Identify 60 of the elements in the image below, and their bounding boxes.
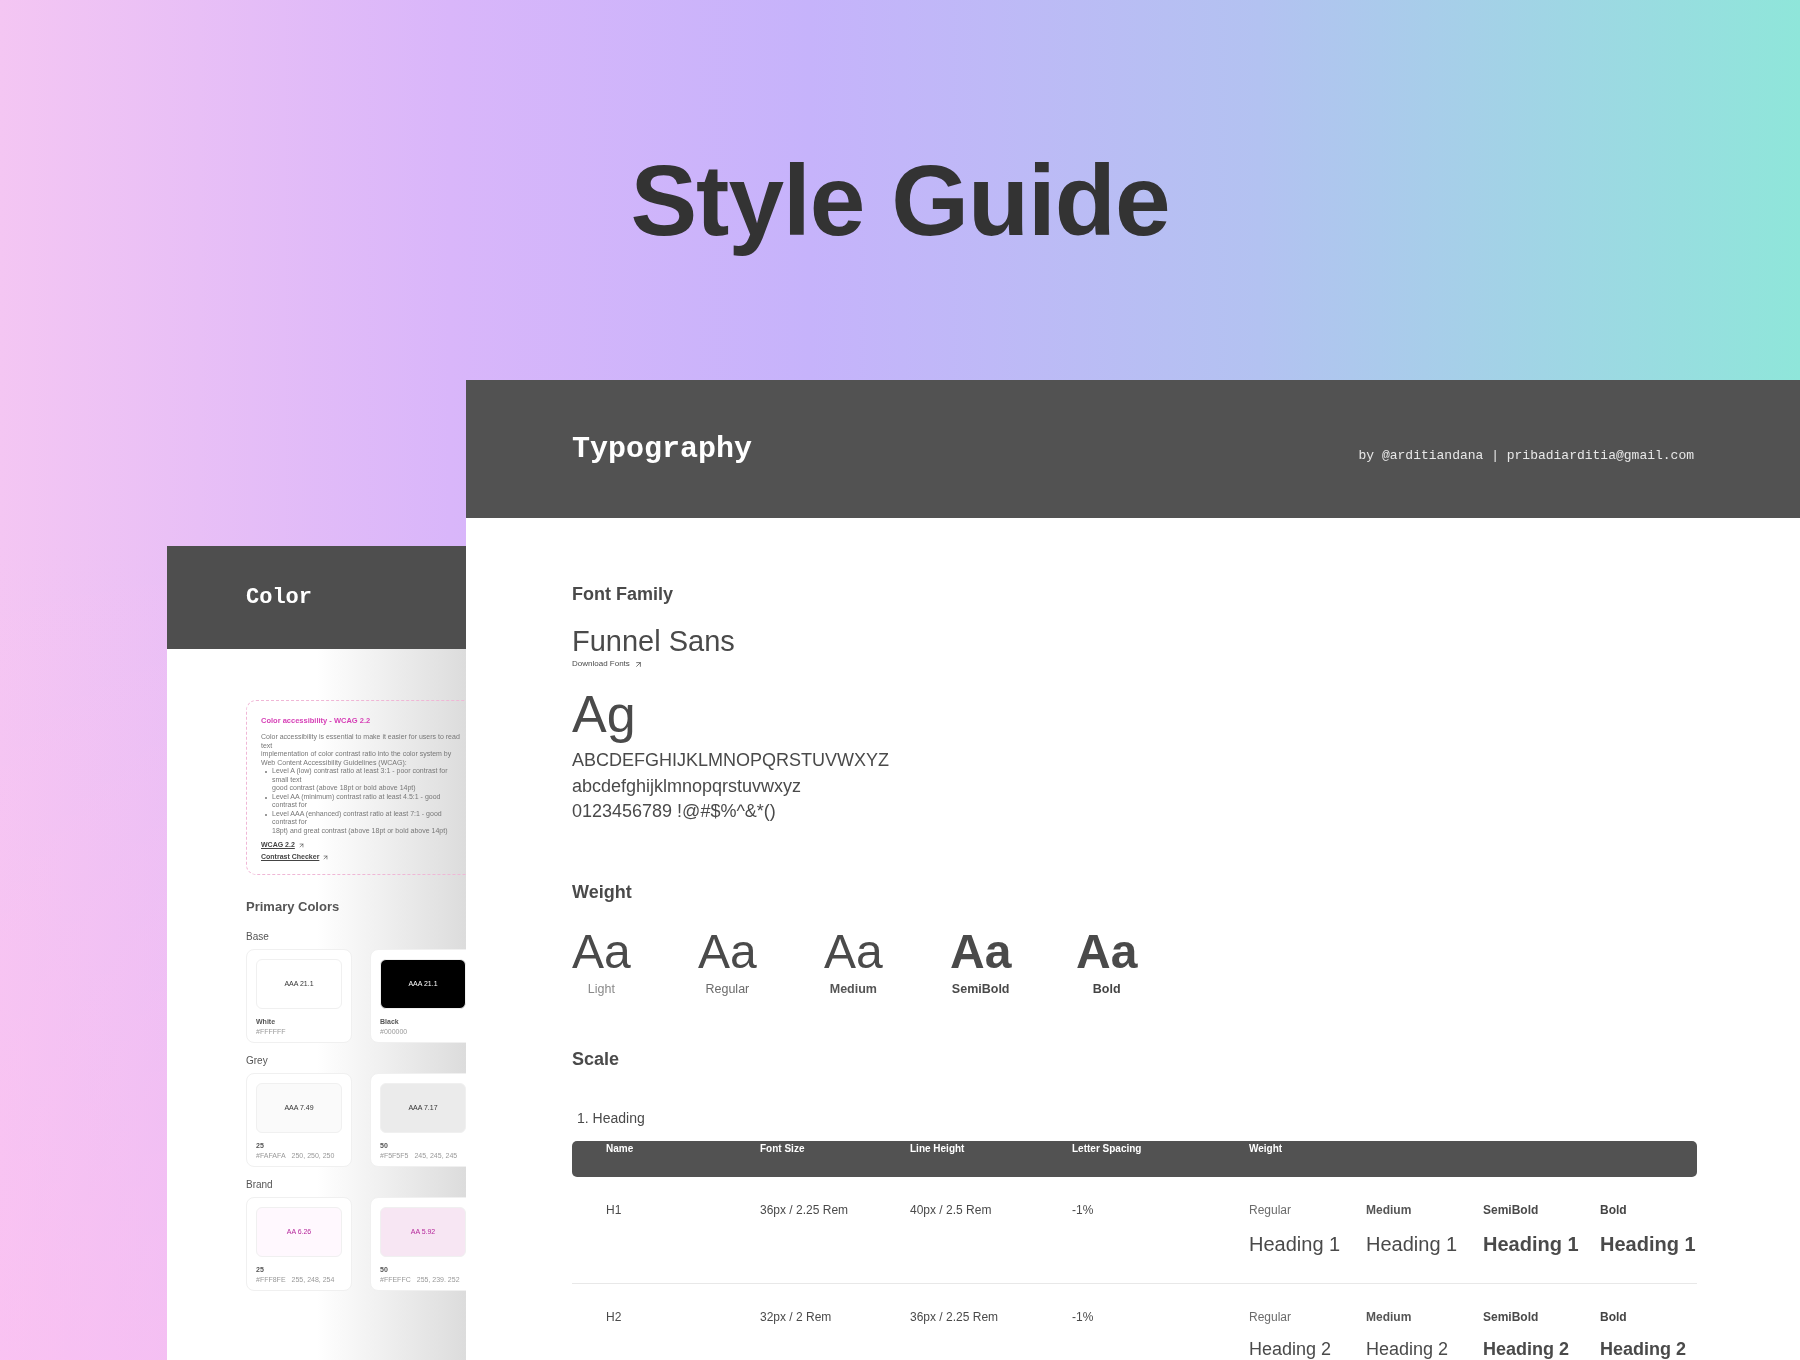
column-header: Line Height bbox=[910, 1142, 965, 1157]
weight-label: Regular bbox=[1249, 1202, 1292, 1220]
author-credit: by @arditiandana | pribadiarditia@gmail.com bbox=[1358, 447, 1694, 466]
page-title: Typography bbox=[572, 430, 753, 468]
section-heading: Scale bbox=[572, 1048, 621, 1072]
character-set: ABCDEFGHIJKLMNOPQRSTUVWXYZ bbox=[572, 749, 890, 772]
group-label: Grey bbox=[246, 1053, 269, 1068]
heading-sample: Heading 1 bbox=[1600, 1232, 1696, 1258]
weight-label: Medium bbox=[829, 980, 877, 998]
table-cell-text: H1 bbox=[606, 1202, 622, 1220]
heading-sample: Heading 2 bbox=[1249, 1338, 1332, 1360]
heading-sample: Heading 1 bbox=[1366, 1232, 1458, 1258]
table-cell-text: -1% bbox=[1072, 1309, 1094, 1327]
weight-label: SemiBold bbox=[951, 980, 1010, 998]
section-heading: Font Family bbox=[572, 583, 674, 606]
heading-sample: Heading 2 bbox=[1600, 1338, 1687, 1360]
weight-label: Bold bbox=[1600, 1309, 1627, 1327]
weight-label: Regular bbox=[1249, 1309, 1292, 1327]
group-label: Base bbox=[246, 929, 270, 944]
heading-sample: Heading 1 bbox=[1483, 1232, 1579, 1258]
weight-label: Medium bbox=[1366, 1202, 1412, 1220]
font-specimen: Ag bbox=[572, 684, 637, 744]
character-set: abcdefghijklmnopqrstuvwxyz bbox=[572, 774, 802, 798]
heading-sample: Heading 2 bbox=[1366, 1338, 1449, 1360]
section-heading: Primary Colors bbox=[246, 898, 341, 917]
section-heading: Weight bbox=[572, 880, 633, 904]
table-cell-text: H2 bbox=[606, 1309, 622, 1327]
arrow-up-right-icon bbox=[297, 842, 305, 849]
weight-sample: Aa bbox=[698, 925, 757, 978]
table-cell-text: -1% bbox=[1072, 1202, 1094, 1220]
arrow-up-right-icon bbox=[322, 853, 330, 861]
weight-label: Bold bbox=[1092, 980, 1121, 998]
character-set: 0123456789 !@#$%^&*() bbox=[572, 800, 776, 823]
table-cell-text: 40px / 2.5 Rem bbox=[910, 1202, 992, 1220]
table-cell-text: 36px / 2.25 Rem bbox=[760, 1202, 849, 1220]
column-header: Letter Spacing bbox=[1072, 1142, 1142, 1157]
group-label: Brand bbox=[246, 1177, 274, 1192]
weight-sample: Aa bbox=[824, 925, 883, 978]
download-link[interactable]: Download Fonts bbox=[572, 658, 643, 670]
arrow-up-right-icon bbox=[633, 659, 643, 669]
weight-sample: Aa bbox=[572, 925, 631, 978]
page-title: Color bbox=[246, 584, 312, 612]
weight-sample: Aa bbox=[1076, 925, 1138, 978]
table-cell-text: 32px / 2 Rem bbox=[760, 1309, 832, 1327]
weight-label: SemiBold bbox=[1483, 1202, 1539, 1220]
weight-label: Bold bbox=[1600, 1202, 1627, 1220]
weight-label: Medium bbox=[1366, 1309, 1412, 1327]
subsection-heading: 1. Heading bbox=[577, 1109, 646, 1129]
column-header: Font Size bbox=[760, 1142, 805, 1157]
column-header: Name bbox=[606, 1142, 634, 1157]
weight-label: SemiBold bbox=[1483, 1309, 1539, 1327]
column-header: Weight bbox=[1249, 1142, 1283, 1157]
table-cell-text: 36px / 2.25 Rem bbox=[910, 1309, 999, 1327]
heading-sample: Heading 1 bbox=[1249, 1232, 1341, 1258]
heading-sample: Heading 2 bbox=[1483, 1338, 1570, 1360]
weight-label: Light bbox=[587, 980, 615, 998]
font-name: Funnel Sans bbox=[572, 624, 736, 658]
weight-label: Regular bbox=[705, 980, 750, 998]
page-title: Style Guide bbox=[630, 143, 1170, 258]
weight-sample: Aa bbox=[950, 925, 1012, 978]
